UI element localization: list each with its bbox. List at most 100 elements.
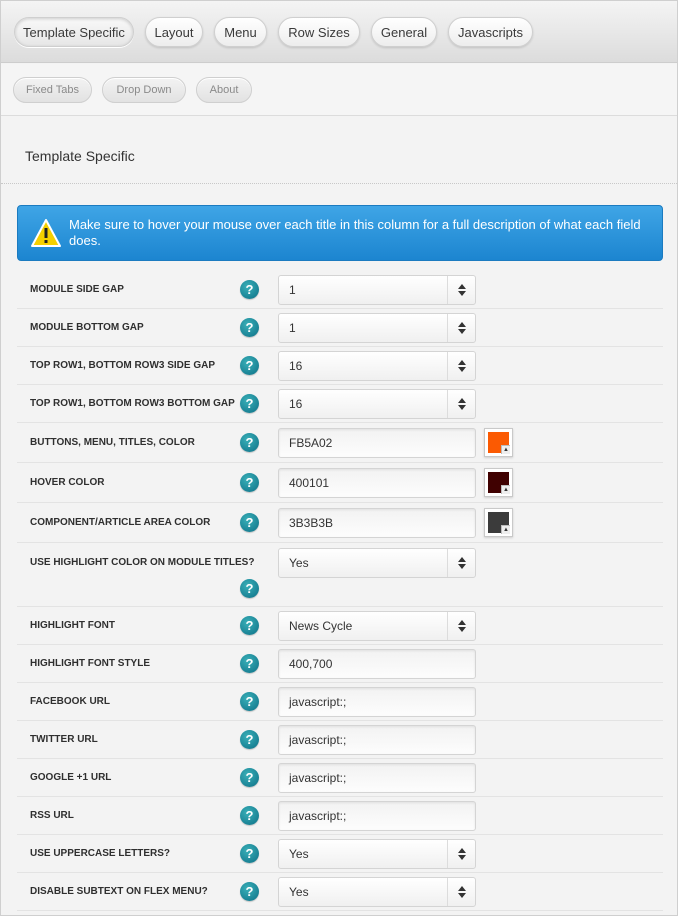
input-google-1-url[interactable]: javascript:; [278,763,476,793]
help-icon[interactable]: ? [240,768,259,787]
field-value: Yes [289,847,309,861]
field-value: 16 [289,397,303,411]
help-icon[interactable]: ? [240,280,259,299]
setting-row-rss-url: RSS URL? javascript:; [17,797,663,835]
help-icon[interactable]: ? [240,433,259,452]
select-use-uppercase-letters[interactable]: Yes [278,839,476,869]
select-top-row1-bottom-row3-side-gap[interactable]: 16 [278,351,476,381]
input-highlight-font-style[interactable]: 400,700 [278,649,476,679]
tab-general[interactable]: General [371,17,437,47]
section-divider [1,183,677,184]
field-value: 400101 [289,476,330,490]
setting-label: RSS URL [30,810,74,821]
color-swatch-fill: ▲ [488,512,510,534]
select-use-highlight-color-on-module-titles[interactable]: Yes [278,548,476,578]
help-icon[interactable]: ? [240,654,259,673]
picker-arrow-icon: ▲ [501,525,510,534]
tab-template-specific[interactable]: Template Specific [14,17,134,47]
setting-label: TOP ROW1, BOTTOM ROW3 BOTTOM GAP [30,398,235,409]
setting-label: GOOGLE +1 URL [30,772,112,783]
setting-row-buttons-menu-titles-color: BUTTONS, MENU, TITLES, COLOR? FB5A02 ▲ [17,423,663,463]
field-value: 3B3B3B [289,516,334,530]
field-value: 1 [289,283,296,297]
select-arrows-icon[interactable] [447,878,475,906]
setting-label: TWITTER URL [30,734,98,745]
setting-row-disable-subtext-on-flex-menu: DISABLE SUBTEXT ON FLEX MENU?? Yes [17,873,663,911]
picker-arrow-icon: ▲ [501,485,510,494]
help-icon[interactable]: ? [240,882,259,901]
warning-icon [30,218,62,248]
select-top-row1-bottom-row3-bottom-gap[interactable]: 16 [278,389,476,419]
help-icon[interactable]: ? [240,318,259,337]
tab-menu[interactable]: Menu [214,17,267,47]
select-arrows-icon[interactable] [447,314,475,342]
input-hover-color[interactable]: 400101 [278,468,476,498]
setting-label: HOVER COLOR [30,477,105,488]
color-swatch-button[interactable]: ▲ [484,468,513,497]
setting-row-google-1-url: GOOGLE +1 URL? javascript:; [17,759,663,797]
setting-label: COMPONENT/ARTICLE AREA COLOR [30,517,211,528]
color-swatch-fill: ▲ [488,432,510,454]
help-icon[interactable]: ? [240,692,259,711]
setting-label: FACEBOOK URL [30,696,110,707]
tab-row-sizes[interactable]: Row Sizes [278,17,360,47]
subtab-about[interactable]: About [196,77,252,103]
help-icon[interactable]: ? [240,844,259,863]
subtab-fixed-tabs[interactable]: Fixed Tabs [13,77,92,103]
field-value: Yes [289,556,309,570]
select-arrows-icon[interactable] [447,276,475,304]
help-icon[interactable]: ? [240,616,259,635]
setting-row-hover-color: HOVER COLOR? 400101 ▲ [17,463,663,503]
help-icon[interactable]: ? [240,473,259,492]
setting-row-top-row1-bottom-row3-side-gap: TOP ROW1, BOTTOM ROW3 SIDE GAP? 16 [17,347,663,385]
setting-row-highlight-font: HIGHLIGHT FONT? News Cycle [17,607,663,645]
field-value: 16 [289,359,303,373]
select-arrows-icon[interactable] [447,840,475,868]
alert-message: Make sure to hover your mouse over each … [69,217,641,248]
setting-label: BUTTONS, MENU, TITLES, COLOR [30,437,195,448]
setting-row-twitter-url: TWITTER URL? javascript:; [17,721,663,759]
tab-javascripts[interactable]: Javascripts [448,17,533,47]
color-swatch-fill: ▲ [488,472,510,494]
color-swatch-button[interactable]: ▲ [484,508,513,537]
setting-row-highlight-font-style: HIGHLIGHT FONT STYLE? 400,700 [17,645,663,683]
select-arrows-icon[interactable] [447,390,475,418]
setting-row-use-uppercase-letters: USE UPPERCASE LETTERS?? Yes [17,835,663,873]
select-disable-subtext-on-flex-menu[interactable]: Yes [278,877,476,907]
color-swatch-button[interactable]: ▲ [484,428,513,457]
input-twitter-url[interactable]: javascript:; [278,725,476,755]
setting-row-use-highlight-color-on-module-titles: USE HIGHLIGHT COLOR ON MODULE TITLES?? Ye… [17,543,663,607]
picker-arrow-icon: ▲ [501,445,510,454]
help-icon[interactable]: ? [240,579,259,598]
field-value: javascript:; [289,809,347,823]
setting-label: DISABLE SUBTEXT ON FLEX MENU? [30,886,208,897]
input-facebook-url[interactable]: javascript:; [278,687,476,717]
select-module-side-gap[interactable]: 1 [278,275,476,305]
subtab-drop-down[interactable]: Drop Down [102,77,186,103]
select-highlight-font[interactable]: News Cycle [278,611,476,641]
setting-label: USE HIGHLIGHT COLOR ON MODULE TITLES? [30,557,255,568]
help-icon[interactable]: ? [240,513,259,532]
tab-layout[interactable]: Layout [145,17,203,47]
setting-label: MODULE SIDE GAP [30,284,124,295]
input-rss-url[interactable]: javascript:; [278,801,476,831]
field-value: 1 [289,321,296,335]
select-arrows-icon[interactable] [447,549,475,577]
select-arrows-icon[interactable] [447,352,475,380]
select-module-bottom-gap[interactable]: 1 [278,313,476,343]
help-icon[interactable]: ? [240,394,259,413]
help-icon[interactable]: ? [240,730,259,749]
setting-row-facebook-url: FACEBOOK URL? javascript:; [17,683,663,721]
setting-row-module-side-gap: MODULE SIDE GAP? 1 [17,271,663,309]
setting-row-top-row1-bottom-row3-bottom-gap: TOP ROW1, BOTTOM ROW3 BOTTOM GAP? 16 [17,385,663,423]
field-value: javascript:; [289,771,347,785]
help-icon[interactable]: ? [240,806,259,825]
setting-label: TOP ROW1, BOTTOM ROW3 SIDE GAP [30,360,216,371]
input-buttons-menu-titles-color[interactable]: FB5A02 [278,428,476,458]
input-component-article-area-color[interactable]: 3B3B3B [278,508,476,538]
setting-label: HIGHLIGHT FONT STYLE [30,658,150,669]
select-arrows-icon[interactable] [447,612,475,640]
help-icon[interactable]: ? [240,356,259,375]
info-alert: Make sure to hover your mouse over each … [17,205,663,261]
settings-panel: Template Specific Layout Menu Row Sizes … [0,0,678,916]
